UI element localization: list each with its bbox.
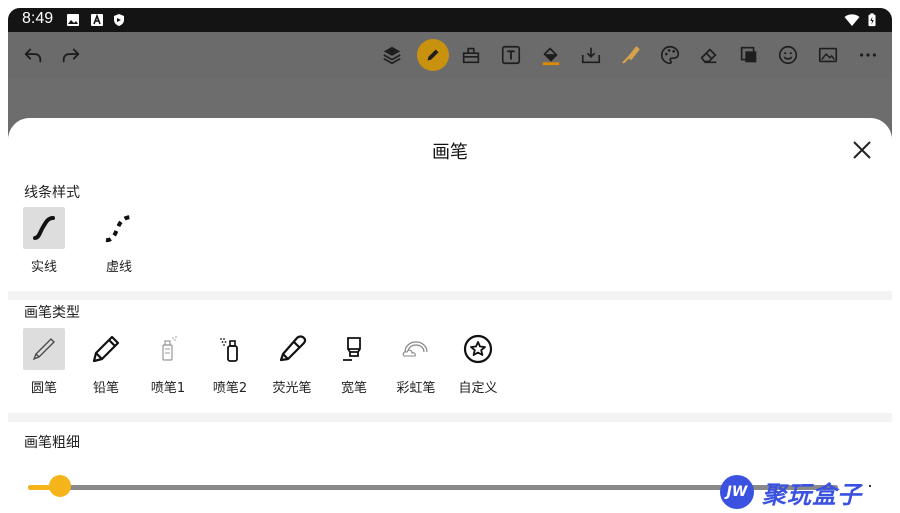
text-button[interactable]: [496, 40, 526, 70]
brush-type-highlighter[interactable]: 荧光笔: [269, 328, 315, 396]
star-circle-icon: [463, 334, 493, 364]
text-icon: [501, 45, 521, 65]
highlighter-icon-box: [271, 328, 313, 370]
brush-size-slider-track[interactable]: [28, 485, 838, 490]
wide-pen-icon: [343, 337, 361, 361]
brush-type-highlighter-label: 荧光笔: [272, 381, 312, 396]
brush-size-slider-thumb[interactable]: [49, 475, 71, 497]
more-button[interactable]: [853, 40, 883, 70]
a-icon: [91, 13, 103, 26]
emoji-icon: [778, 45, 798, 65]
brush-type-pencil-label: 铅笔: [92, 381, 119, 396]
image-icon: [818, 47, 838, 63]
shield-icon: [114, 14, 124, 26]
line-style-dashed[interactable]: 虚线: [96, 207, 142, 275]
brush-type-wide-label: 宽笔: [340, 381, 367, 396]
more-icon: [859, 53, 877, 57]
undo-button[interactable]: [18, 40, 48, 70]
line-style-solid-label: 实线: [30, 260, 57, 275]
brush-size-title: 画笔粗细: [24, 435, 80, 451]
wifi-icon: [844, 14, 860, 26]
sheet-header: 画笔: [8, 118, 892, 180]
brush-type-pencil[interactable]: 铅笔: [83, 328, 129, 396]
stamp-button[interactable]: [456, 40, 486, 70]
grid-icon: [740, 46, 757, 63]
app-window: 8:49 画笔 线条样式 实线 虚线 画笔类型 圆笔 铅笔 喷笔1 喷笔2 荧光…: [8, 8, 892, 513]
spray-bottle-icon: [220, 338, 238, 362]
palette-icon: [660, 45, 680, 65]
brush-button[interactable]: [616, 40, 646, 70]
image-icon: [67, 14, 79, 26]
pencil-icon: [92, 335, 120, 363]
dashed-line-icon-box: [98, 207, 140, 249]
fill-button[interactable]: [536, 40, 566, 70]
grid-button[interactable]: [734, 40, 764, 70]
brush-type-rainbow-label: 彩虹笔: [396, 381, 436, 396]
image-button[interactable]: [813, 40, 843, 70]
dashed-line-icon: [105, 215, 134, 243]
watermark: JW 聚玩盒子: [720, 472, 900, 512]
line-style-dashed-label: 虚线: [105, 260, 132, 275]
rainbow-icon: [402, 341, 428, 357]
brush-type-spray1-label: 喷笔1: [150, 381, 186, 396]
status-bar: 8:49: [8, 8, 892, 32]
eraser-icon: [700, 48, 717, 64]
brush-type-spray2[interactable]: 喷笔2: [207, 328, 253, 396]
layers-button[interactable]: [377, 40, 407, 70]
custom-icon-box: [457, 328, 499, 370]
rainbow-icon-box: [395, 328, 437, 370]
brush-type-rainbow[interactable]: 彩虹笔: [393, 328, 439, 396]
brush-type-section: 画笔类型 圆笔 铅笔 喷笔1 喷笔2 荧光笔 宽笔 彩虹笔 自定义: [8, 300, 892, 413]
status-time: 8:49: [22, 10, 54, 27]
layers-icon: [383, 46, 401, 65]
brush-type-spray2-label: 喷笔2: [212, 381, 248, 396]
wide-pen-icon-box: [333, 328, 375, 370]
toolbar: [8, 32, 892, 78]
spray-can-icon: [162, 336, 177, 361]
brush-type-custom[interactable]: 自定义: [455, 328, 501, 396]
palette-button[interactable]: [655, 40, 685, 70]
eraser-button[interactable]: [694, 40, 724, 70]
brush-sheet: 画笔 线条样式 实线 虚线 画笔类型 圆笔 铅笔 喷笔1 喷笔2 荧光笔 宽笔 …: [8, 118, 892, 513]
brush-icon: [622, 46, 640, 64]
brush-type-title: 画笔类型: [24, 305, 80, 321]
redo-button[interactable]: [56, 40, 86, 70]
download-icon: [581, 47, 601, 64]
brush-type-wide[interactable]: 宽笔: [331, 328, 377, 396]
line-style-title: 线条样式: [24, 185, 80, 201]
download-button[interactable]: [576, 40, 606, 70]
stamp-icon: [462, 47, 480, 64]
pen-button[interactable]: [417, 39, 449, 71]
redo-icon: [62, 48, 80, 63]
brush-type-spray1[interactable]: 喷笔1: [145, 328, 191, 396]
line-style-solid[interactable]: 实线: [21, 207, 67, 275]
sheet-title: 画笔: [432, 142, 468, 163]
undo-icon: [24, 48, 42, 63]
watermark-text: 聚玩盒子: [762, 480, 862, 509]
brush-type-custom-label: 自定义: [458, 381, 498, 396]
solid-line-icon-box: [23, 207, 65, 249]
pen-icon: [427, 49, 439, 61]
brush-type-round-label: 圆笔: [30, 381, 57, 396]
round-pen-icon-box: [23, 328, 65, 370]
line-style-section: 线条样式 实线 虚线: [8, 180, 892, 291]
round-pen-icon: [32, 338, 55, 361]
solid-line-icon: [33, 216, 55, 240]
watermark-badge: JW: [720, 475, 754, 509]
fill-icon: [542, 47, 560, 66]
battery-icon: [868, 13, 876, 27]
brush-type-round[interactable]: 圆笔: [21, 328, 67, 396]
emoji-button[interactable]: [773, 40, 803, 70]
close-icon[interactable]: [850, 138, 874, 162]
spray2-icon-box: [209, 328, 251, 370]
highlighter-icon: [279, 335, 307, 362]
spray1-icon-box: [147, 328, 189, 370]
pencil-icon-box: [85, 328, 127, 370]
